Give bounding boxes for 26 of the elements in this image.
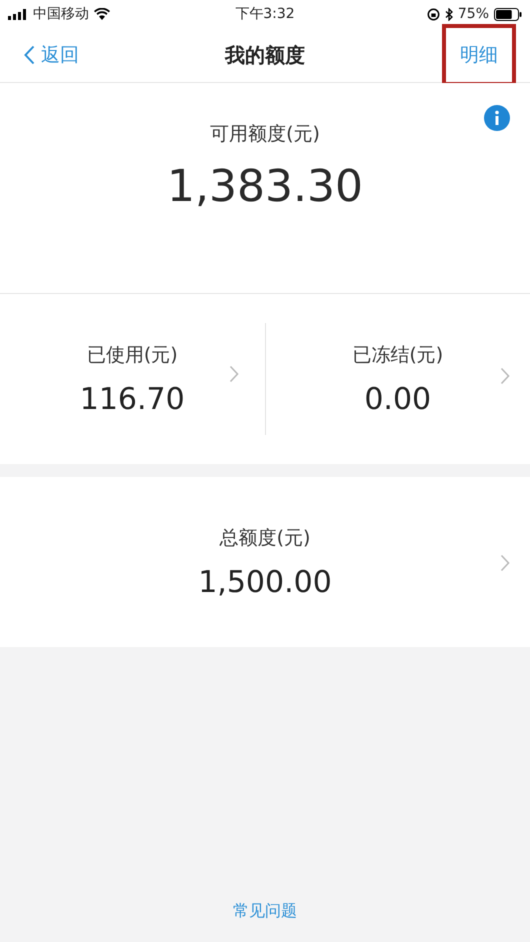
info-icon[interactable] xyxy=(484,105,510,131)
chevron-right-icon xyxy=(228,365,238,383)
available-amount: 1,383.30 xyxy=(167,161,363,212)
total-label: 总额度(元) xyxy=(220,526,310,550)
lock-rotation-icon xyxy=(426,8,440,20)
battery-percent: 75% xyxy=(458,6,489,22)
stat-amount: 0.00 xyxy=(364,382,432,416)
stat-label: 已冻结(元) xyxy=(352,342,444,368)
back-button[interactable]: 返回 xyxy=(24,42,79,68)
bluetooth-icon xyxy=(444,8,453,20)
chevron-left-icon xyxy=(24,45,35,65)
chevron-right-icon xyxy=(500,554,510,572)
chevron-right-icon xyxy=(500,367,510,385)
stat-amount: 116.70 xyxy=(80,382,185,416)
signal-icon xyxy=(8,8,28,20)
clock-time: 下午3:32 xyxy=(235,5,295,23)
stat-item[interactable]: 已使用(元) 116.70 xyxy=(0,294,264,464)
available-label: 可用额度(元) xyxy=(210,122,320,147)
stat-item[interactable]: 已冻结(元) 0.00 xyxy=(266,294,530,464)
total-amount: 1,500.00 xyxy=(198,564,332,600)
total-item[interactable]: 总额度(元) 1,500.00 xyxy=(0,477,530,647)
stat-label: 已使用(元) xyxy=(86,342,178,368)
wifi-icon xyxy=(94,8,110,20)
carrier-name: 中国移动 xyxy=(33,5,89,23)
battery-icon xyxy=(494,8,522,20)
page-title: 我的额度 xyxy=(225,42,305,68)
